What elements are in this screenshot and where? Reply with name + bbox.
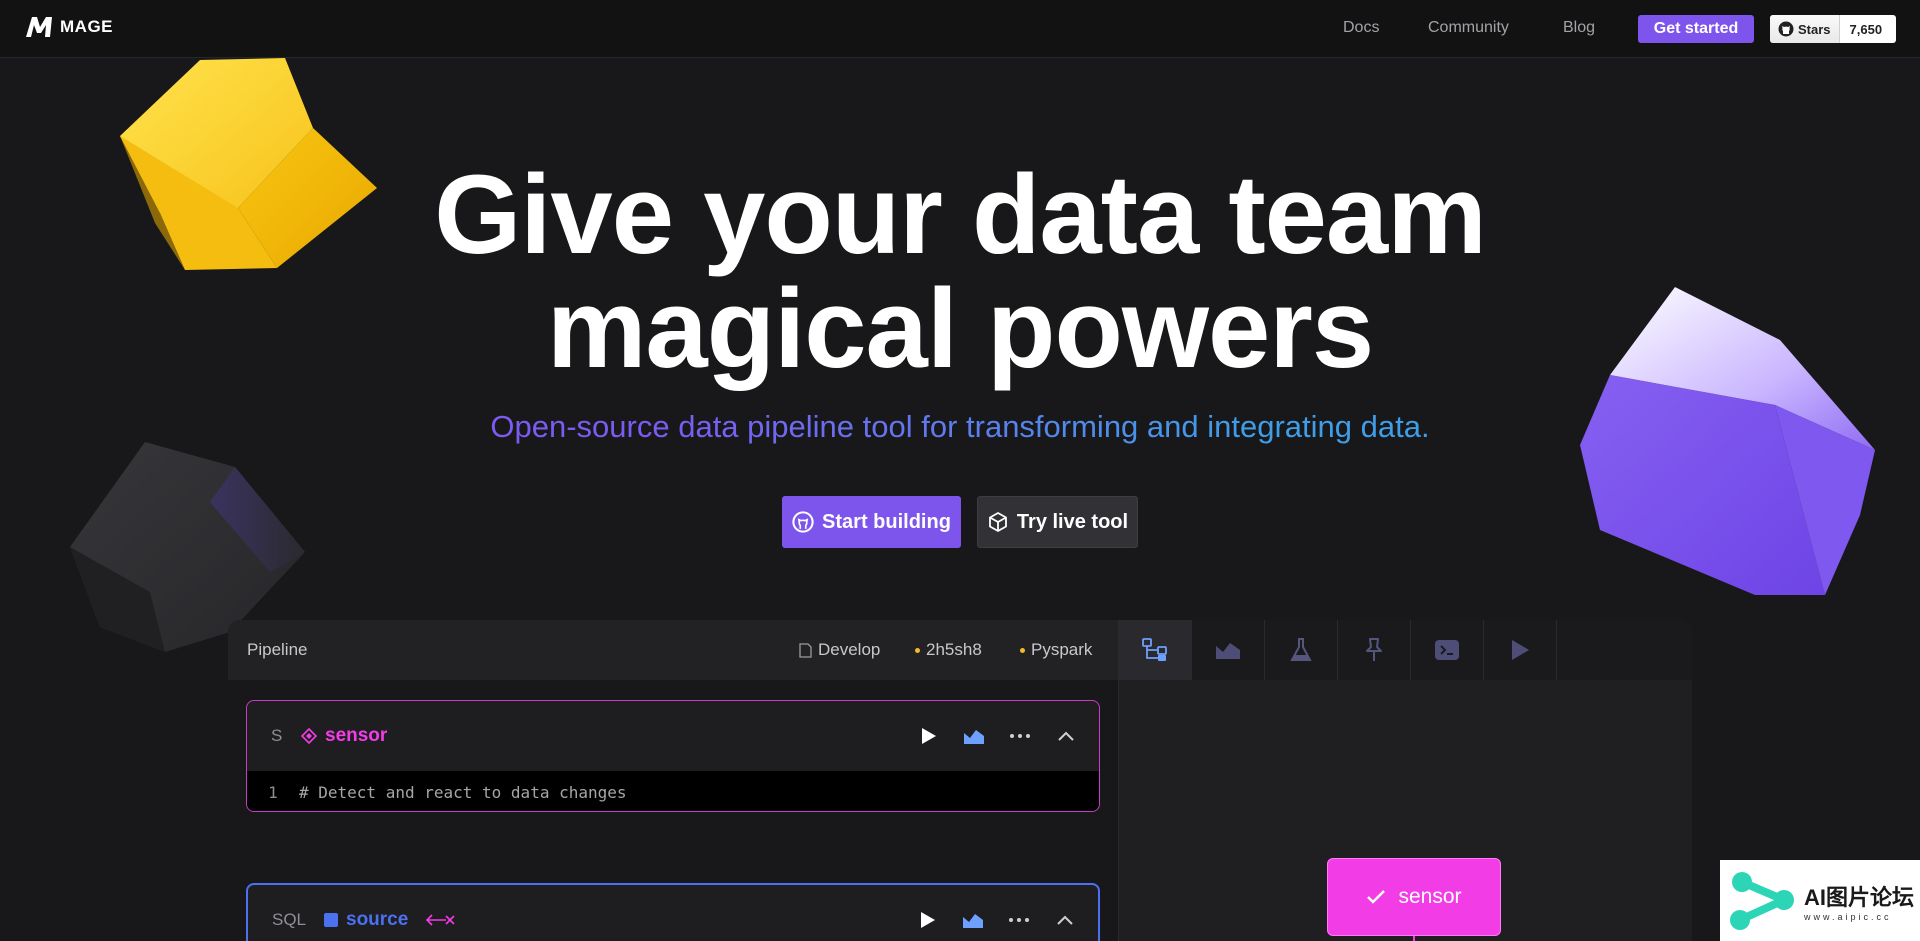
stars-count: 7,650 xyxy=(1849,21,1883,37)
sql-source-block[interactable]: SQL source xyxy=(246,883,1100,941)
terminal-tab[interactable] xyxy=(1411,620,1484,680)
nav-link-docs[interactable]: Docs xyxy=(1343,19,1379,37)
block-name: sensor xyxy=(301,725,387,747)
file-icon xyxy=(799,642,812,658)
more-icon xyxy=(1009,918,1029,922)
start-building-label: Start building xyxy=(822,510,951,533)
flask-icon xyxy=(1290,638,1312,661)
run-block-button[interactable] xyxy=(914,907,940,933)
watermark-subtitle: www.aipic.cc xyxy=(1804,911,1892,922)
source-square-icon xyxy=(324,913,338,927)
tree-view-tab[interactable] xyxy=(1119,620,1192,680)
line-number: 1 xyxy=(268,782,278,802)
headline-line-1: Give your data team xyxy=(434,152,1487,277)
pipeline-editor: Pipeline Develop 2h5sh8 Pyspark S sensor xyxy=(228,620,1118,941)
chart-icon xyxy=(1216,643,1240,659)
top-nav: MAGE Docs Community Blog Get started Sta… xyxy=(0,0,1920,58)
hero-headline: Give your data team magical powers xyxy=(0,158,1920,386)
cube-icon xyxy=(989,512,1007,532)
brand-name: MAGE xyxy=(60,17,113,36)
status-dot-icon xyxy=(1020,647,1025,653)
sensor-block[interactable]: S sensor 1 # Detect and react to data ch… xyxy=(246,700,1100,812)
pipeline-graph-panel: sensor xyxy=(1118,620,1692,941)
watermark-title: AI图片论坛 xyxy=(1804,884,1915,910)
graph-node-sensor[interactable]: sensor xyxy=(1327,858,1501,936)
pipeline-title: Pipeline xyxy=(247,640,308,659)
play-icon xyxy=(1512,640,1529,660)
pipeline-id: 2h5sh8 xyxy=(915,640,982,660)
github-icon xyxy=(792,511,814,533)
side-toolbar xyxy=(1119,620,1692,680)
chevron-up-icon xyxy=(1058,731,1074,741)
watermark: AI图片论坛 www.aipic.cc xyxy=(1720,860,1920,941)
engine-indicator: Pyspark xyxy=(1020,640,1092,660)
play-icon xyxy=(921,912,935,928)
check-icon xyxy=(1367,890,1386,904)
terminal-icon xyxy=(1435,640,1459,660)
run-tab[interactable] xyxy=(1484,620,1557,680)
more-icon xyxy=(1010,734,1030,738)
pipeline-header: Pipeline Develop 2h5sh8 Pyspark xyxy=(228,620,1118,680)
app-preview: Pipeline Develop 2h5sh8 Pyspark S sensor xyxy=(228,620,1692,941)
start-building-button[interactable]: Start building xyxy=(782,496,961,548)
chart-button[interactable] xyxy=(961,723,987,749)
more-options-button[interactable] xyxy=(1007,723,1033,749)
sensor-icon xyxy=(301,728,317,744)
run-block-button[interactable] xyxy=(915,723,941,749)
chevron-up-icon xyxy=(1057,915,1073,925)
watermark-logo-icon xyxy=(1730,871,1794,930)
block-name: source xyxy=(324,909,456,931)
charts-tab[interactable] xyxy=(1192,620,1265,680)
tests-tab[interactable] xyxy=(1265,620,1338,680)
github-stars-button[interactable]: Stars 7,650 xyxy=(1770,15,1896,43)
block-type-label: SQL xyxy=(272,910,307,929)
status-dot-icon xyxy=(915,647,920,653)
graph-edge xyxy=(1413,936,1415,941)
try-live-tool-label: Try live tool xyxy=(1016,510,1129,533)
chart-icon xyxy=(964,730,984,744)
more-options-button[interactable] xyxy=(1006,907,1032,933)
collapse-button[interactable] xyxy=(1053,723,1079,749)
mage-logo-icon xyxy=(26,17,52,37)
nav-link-community[interactable]: Community xyxy=(1428,19,1509,37)
github-icon xyxy=(1778,21,1794,37)
code-editor[interactable]: 1 # Detect and react to data changes xyxy=(247,771,1099,811)
tree-icon xyxy=(1142,638,1167,661)
chart-button[interactable] xyxy=(960,907,986,933)
chart-icon xyxy=(963,914,983,928)
stars-label: Stars xyxy=(1798,21,1831,37)
pin-tab[interactable] xyxy=(1338,620,1411,680)
try-live-tool-button[interactable]: Try live tool xyxy=(977,496,1138,548)
headline-line-2: magical powers xyxy=(546,266,1374,391)
hero-tagline: Open-source data pipeline tool for trans… xyxy=(0,409,1920,445)
block-type-label: S xyxy=(271,726,283,745)
mode-indicator[interactable]: Develop xyxy=(799,640,880,660)
code-line: # Detect and react to data changes xyxy=(299,782,627,802)
nav-link-blog[interactable]: Blog xyxy=(1563,19,1595,37)
collapse-button[interactable] xyxy=(1052,907,1078,933)
data-flow-icon xyxy=(426,914,455,926)
get-started-button[interactable]: Get started xyxy=(1638,15,1754,43)
pin-icon xyxy=(1366,638,1382,661)
brand-logo[interactable]: MAGE xyxy=(24,15,113,39)
play-icon xyxy=(922,728,936,744)
